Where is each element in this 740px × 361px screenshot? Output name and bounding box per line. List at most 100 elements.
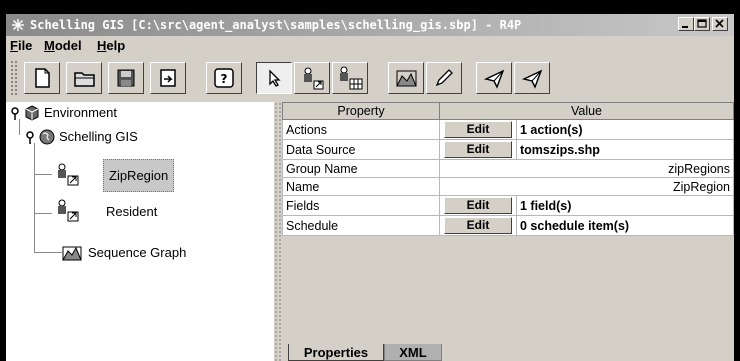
tree-label-resident: Resident [106,204,158,219]
agent-link-icon [304,67,324,90]
property-value: 1 action(s) [516,119,734,140]
maximize-icon [697,19,707,28]
table-row[interactable]: Schedule Edit 0 schedule item(s) [282,215,734,236]
tree-item-schelling-gis[interactable]: Schelling GIS [23,126,263,150]
pointer-icon [269,69,281,87]
new-icon [35,68,50,88]
open-button[interactable] [66,62,102,94]
property-value: 0 schedule item(s) [516,215,734,236]
save-button[interactable] [108,62,144,94]
toolbar-grip[interactable] [10,60,18,96]
open-folder-icon [74,72,95,87]
expand-handle-icon[interactable] [25,131,35,145]
properties-empty-area [282,256,734,344]
table-row[interactable]: Actions Edit 1 action(s) [282,119,734,140]
tree-label-schelling-gis: Schelling GIS [59,129,138,144]
tree-line [34,174,52,175]
title-bar[interactable]: Schelling GIS [C:\src\agent_analyst\samp… [6,14,734,36]
chart-icon [62,246,82,261]
property-name: Group Name [282,159,440,178]
tab-xml[interactable]: XML [384,344,442,361]
tree-line [34,252,62,253]
expand-handle-icon[interactable] [10,107,20,121]
pointer-button[interactable] [256,62,292,94]
export-button[interactable] [150,62,186,94]
minimize-icon [682,26,688,28]
edit-cell: Edit [439,195,517,216]
tab-strip: Properties XML [282,344,734,361]
window-title: Schelling GIS [C:\src\agent_analyst\samp… [30,18,522,32]
agent-link-icon [58,199,79,222]
property-name: Name [282,177,440,196]
property-name: Data Source [282,139,440,160]
table-row[interactable]: Fields Edit 1 field(s) [282,195,734,216]
close-icon [715,19,724,28]
table-header-row: Property Value [282,102,734,120]
pencil-icon [435,69,453,87]
column-header-property[interactable]: Property [282,102,440,120]
edit-button[interactable]: Edit [444,141,512,158]
toolbar: ? [6,56,734,100]
svg-text:?: ? [221,72,228,86]
property-name: Fields [282,195,440,216]
menu-model[interactable]: Model [44,38,82,53]
tree-item-zipregion[interactable]: ZipRegion [52,158,252,194]
tree-item-resident[interactable]: Resident [52,199,252,224]
minimize-button[interactable] [678,17,694,31]
edit-button[interactable]: Edit [444,121,512,138]
property-value: tomszips.shp [516,139,734,160]
table-row[interactable]: Group Name zipRegions [282,159,734,178]
edit-cell: Edit [439,119,517,140]
send-button[interactable] [476,62,512,94]
property-name: Actions [282,119,440,140]
tree-label-sequence-graph: Sequence Graph [88,245,187,260]
edit-button[interactable]: Edit [444,197,512,214]
split-pane-divider[interactable] [274,102,282,361]
property-value[interactable]: ZipRegion [439,177,734,196]
edit-pencil-button[interactable] [426,62,462,94]
close-button[interactable] [712,17,728,31]
new-button[interactable] [24,62,60,94]
property-name: Schedule [282,215,440,236]
edit-cell: Edit [439,139,517,160]
tree-label-environment: Environment [44,105,117,120]
help-icon: ? [214,68,234,88]
menu-file[interactable]: File [10,38,32,53]
property-value: 1 field(s) [516,195,734,216]
app-frame: Schelling GIS [C:\src\agent_analyst\samp… [6,14,734,361]
add-chart-button[interactable] [388,62,424,94]
edit-button[interactable]: Edit [444,217,512,234]
property-value[interactable]: zipRegions [439,159,734,178]
properties-table: Property Value Actions Edit 1 action(s) Dat… [282,102,734,236]
table-row[interactable]: Data Source Edit tomszips.shp [282,139,734,160]
send-alt-icon [521,69,543,89]
add-agent-link-button[interactable] [294,62,330,94]
tree-item-environment[interactable]: Environment [8,102,248,126]
add-agent-grid-button[interactable] [332,62,368,94]
window: Schelling GIS [C:\src\agent_analyst\samp… [0,0,740,361]
help-button[interactable]: ? [206,62,242,94]
tree-label-zipregion: ZipRegion [103,159,175,192]
chart-icon [396,70,417,87]
save-icon [117,69,135,87]
table-row[interactable]: Name ZipRegion [282,177,734,196]
app-icon [12,19,24,31]
agent-grid-icon [340,66,363,90]
agent-link-icon [58,163,79,186]
model-tree: Environment Schelling GIS ZipRegion Resi… [6,102,275,361]
tree-line [34,143,35,253]
cube-icon [25,105,39,121]
tree-line [34,213,52,214]
menu-bar: File Model Help [6,36,734,56]
menu-help[interactable]: Help [97,38,125,53]
send-icon [483,69,505,89]
tree-item-sequence-graph[interactable]: Sequence Graph [62,242,262,266]
properties-panel: Property Value Actions Edit 1 action(s) Dat… [282,102,734,361]
export-icon [160,69,176,87]
tab-properties[interactable]: Properties [288,344,384,361]
edit-cell: Edit [439,215,517,236]
globe-icon [39,129,55,145]
column-header-value[interactable]: Value [439,102,734,120]
maximize-button[interactable] [694,17,710,31]
send-alt-button[interactable] [514,62,550,94]
